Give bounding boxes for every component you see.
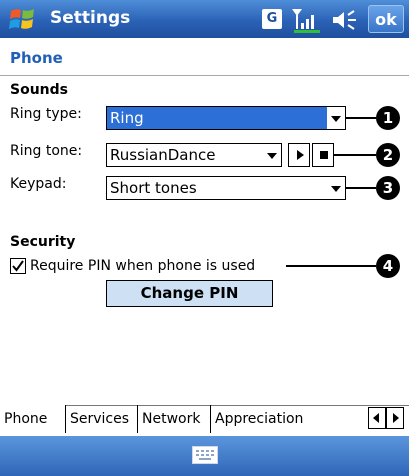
keyboard-icon[interactable]: [192, 446, 218, 464]
ring-type-label: Ring type:: [10, 106, 82, 122]
require-pin-checkbox[interactable]: [10, 258, 26, 274]
tab-services[interactable]: Services: [66, 405, 138, 433]
chevron-down-icon: [331, 116, 341, 122]
stop-icon: [320, 151, 328, 159]
tab-scroll-right-button[interactable]: [386, 407, 404, 429]
tab-scroll-left-button[interactable]: [368, 407, 386, 429]
header-divider: [0, 75, 409, 76]
tab-network[interactable]: Network: [138, 405, 211, 433]
arrow-left-icon: [373, 413, 379, 423]
ring-tone-value: RussianDance: [110, 146, 216, 164]
callout-line-1: [346, 117, 376, 119]
change-pin-button[interactable]: Change PIN: [106, 280, 273, 307]
ring-tone-dropdown[interactable]: RussianDance: [106, 143, 282, 167]
windows-start-icon[interactable]: [8, 6, 36, 32]
arrow-right-icon: [393, 413, 399, 423]
callout-line-2: [334, 154, 376, 156]
keypad-dropdown[interactable]: Short tones: [106, 176, 346, 200]
tab-appreciation[interactable]: Appreciation: [211, 405, 313, 433]
callout-line-4: [286, 265, 376, 267]
ring-type-value: Ring: [110, 109, 144, 127]
keypad-label: Keypad:: [10, 176, 67, 192]
title-bar: Settings G ok: [0, 0, 409, 38]
callout-1: 1: [376, 106, 400, 130]
menu-bar: [0, 436, 409, 476]
g-icon[interactable]: G: [262, 9, 282, 29]
security-heading: Security: [10, 234, 76, 250]
play-icon: [297, 150, 304, 160]
volume-icon[interactable]: [330, 8, 360, 32]
checkmark-icon: [12, 260, 24, 272]
stop-button[interactable]: [312, 143, 334, 167]
tab-phone[interactable]: Phone: [0, 405, 66, 433]
ok-button[interactable]: ok: [368, 5, 404, 33]
require-pin-label: Require PIN when phone is used: [30, 258, 256, 274]
ring-tone-label: Ring tone:: [10, 143, 83, 159]
chevron-down-icon: [331, 186, 341, 192]
keypad-value: Short tones: [110, 179, 197, 197]
app-title: Settings: [50, 8, 131, 28]
play-button[interactable]: [288, 143, 310, 167]
ring-type-dropdown[interactable]: Ring: [106, 106, 346, 130]
callout-2: 2: [376, 143, 400, 167]
sounds-heading: Sounds: [10, 82, 68, 98]
page-title: Phone: [10, 49, 63, 67]
callout-3: 3: [376, 176, 400, 200]
chevron-down-icon: [267, 153, 277, 159]
callout-line-3: [346, 187, 376, 189]
signal-icon[interactable]: [290, 6, 324, 34]
callout-4: 4: [376, 254, 400, 278]
